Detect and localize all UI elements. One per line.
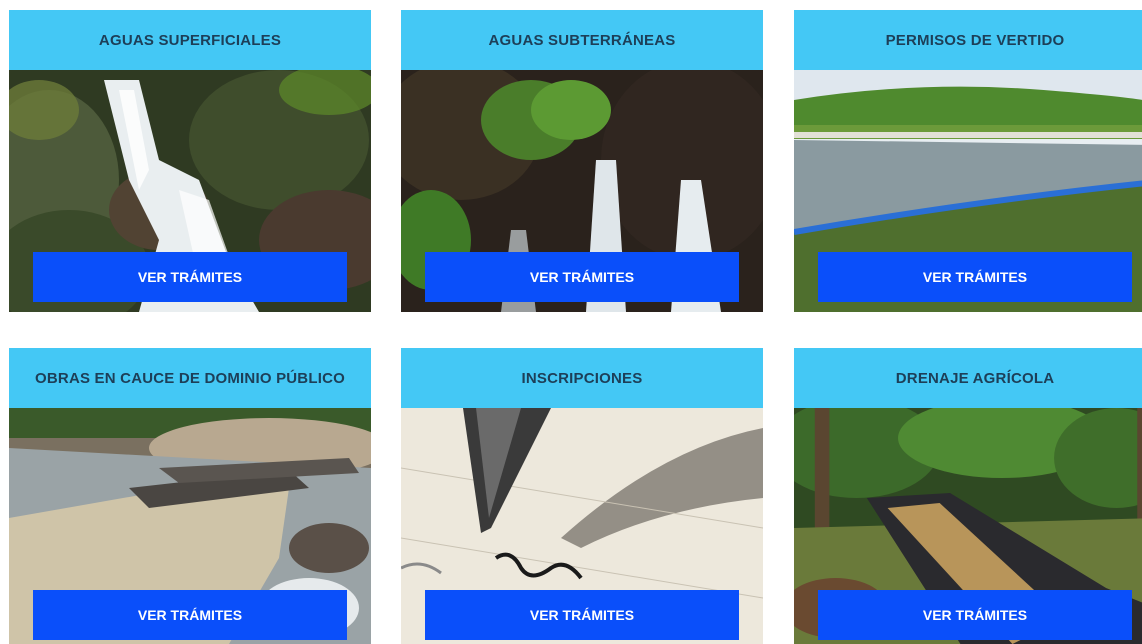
card-aguas-subterraneas[interactable]: AGUAS SUBTERRÁNEAS VER TRÁMITES	[401, 10, 763, 312]
spring-rock-photo: VER TRÁMITES	[401, 70, 763, 312]
river-works-photo: VER TRÁMITES	[9, 408, 371, 644]
card-inscripciones[interactable]: INSCRIPCIONES VER TRÁMITES	[401, 348, 763, 644]
card-title: PERMISOS DE VERTIDO	[794, 10, 1142, 70]
ver-tramites-button[interactable]: VER TRÁMITES	[818, 252, 1132, 302]
card-aguas-superficiales[interactable]: AGUAS SUPERFICIALES VER TRÁMITES	[9, 10, 371, 312]
ver-tramites-button[interactable]: VER TRÁMITES	[818, 590, 1132, 640]
ver-tramites-button[interactable]: VER TRÁMITES	[33, 252, 347, 302]
card-title: INSCRIPCIONES	[401, 348, 763, 408]
card-title: AGUAS SUPERFICIALES	[9, 10, 371, 70]
lagoon-photo: VER TRÁMITES	[794, 70, 1142, 312]
procedures-grid: AGUAS SUPERFICIALES VER TRÁMITES AGUAS S…	[0, 0, 1142, 644]
waterfall-photo: VER TRÁMITES	[9, 70, 371, 312]
card-title: OBRAS EN CAUCE DE DOMINIO PÚBLICO	[9, 348, 371, 408]
pen-writing-photo: VER TRÁMITES	[401, 408, 763, 644]
card-title: AGUAS SUBTERRÁNEAS	[401, 10, 763, 70]
drainage-canal-photo: VER TRÁMITES	[794, 408, 1142, 644]
ver-tramites-button[interactable]: VER TRÁMITES	[425, 252, 739, 302]
card-drenaje-agricola[interactable]: DRENAJE AGRÍCOLA VER TRÁMITES	[794, 348, 1142, 644]
ver-tramites-button[interactable]: VER TRÁMITES	[33, 590, 347, 640]
card-permisos-de-vertido[interactable]: PERMISOS DE VERTIDO VER TRÁMITES	[794, 10, 1142, 312]
card-obras-en-cauce[interactable]: OBRAS EN CAUCE DE DOMINIO PÚBLICO VER TR…	[9, 348, 371, 644]
card-title: DRENAJE AGRÍCOLA	[794, 348, 1142, 408]
ver-tramites-button[interactable]: VER TRÁMITES	[425, 590, 739, 640]
